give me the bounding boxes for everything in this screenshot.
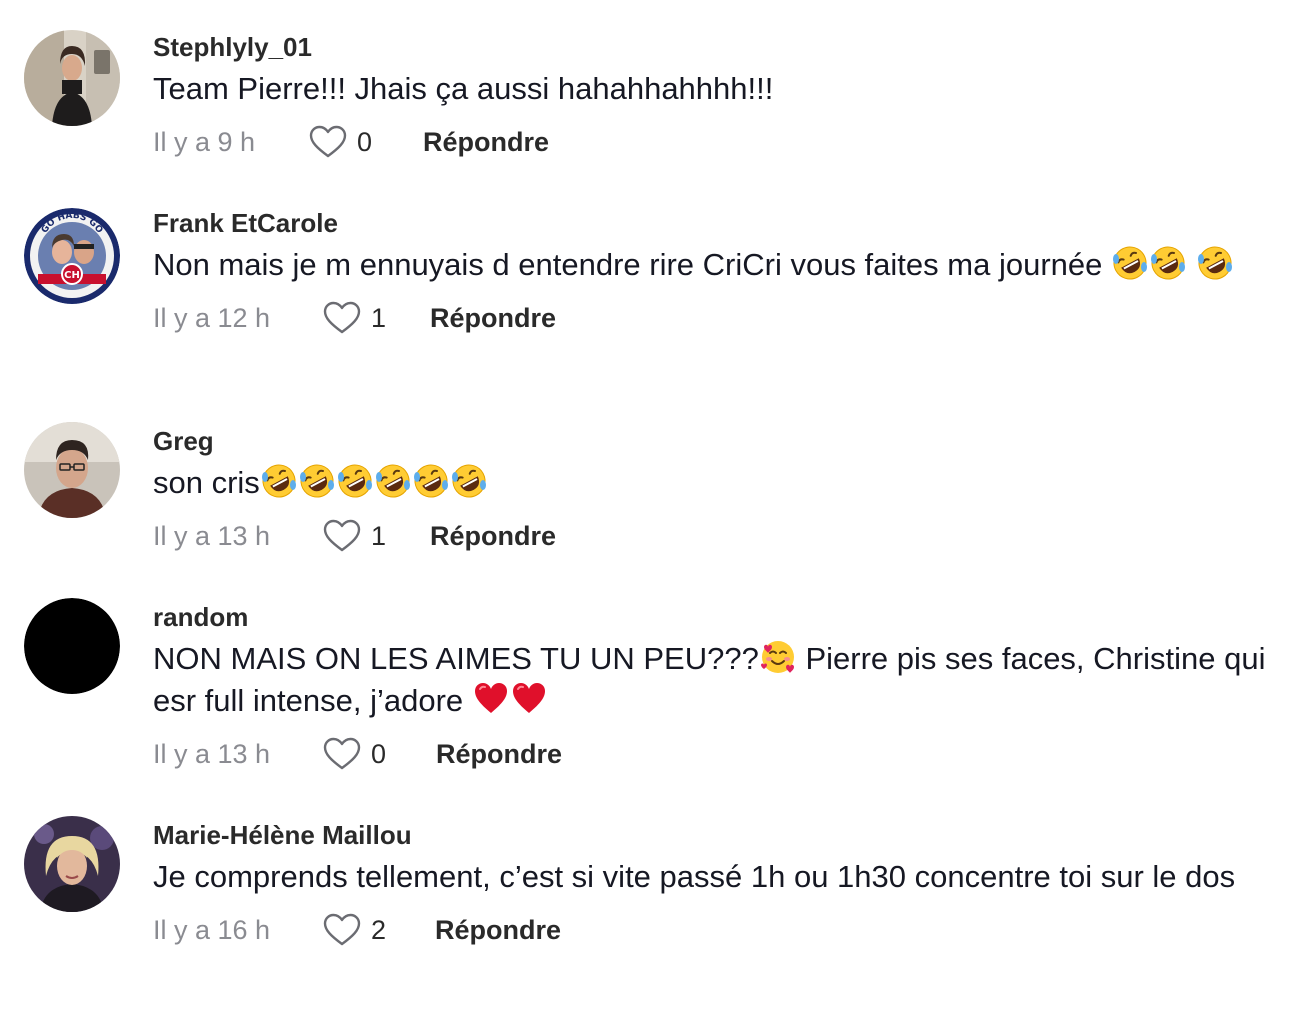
timestamp: Il y a 12 h bbox=[153, 303, 271, 333]
comment-text-part1: NON MAIS ON LES AIMES TU UN PEU??? bbox=[153, 641, 759, 676]
rolling-laughing-emoji-icon bbox=[1197, 245, 1233, 281]
reply-button[interactable]: Répondre bbox=[423, 122, 549, 162]
like-count: 0 bbox=[371, 739, 387, 769]
smiling-face-with-hearts-emoji-icon bbox=[760, 639, 796, 675]
red-heart-emoji-icon bbox=[473, 681, 509, 717]
username[interactable]: Stephlyly_01 bbox=[153, 30, 1268, 64]
comment-text: son cris bbox=[153, 462, 1268, 504]
comment-text: NON MAIS ON LES AIMES TU UN PEU??? Pierr… bbox=[153, 638, 1268, 722]
heart-outline-icon bbox=[309, 125, 347, 159]
like-count: 2 bbox=[371, 915, 387, 945]
heart-outline-icon bbox=[323, 519, 361, 553]
comment-meta: Il y a 16 h 2 Répondre bbox=[153, 910, 1268, 950]
timestamp: Il y a 13 h bbox=[153, 521, 271, 551]
red-heart-emoji-icon bbox=[511, 681, 547, 717]
heart-outline-icon bbox=[323, 737, 361, 771]
user-avatar-icon bbox=[24, 816, 120, 912]
rolling-laughing-emoji-icon bbox=[413, 463, 449, 499]
like-button[interactable]: 1 bbox=[323, 298, 386, 338]
rolling-laughing-emoji-icon bbox=[337, 463, 373, 499]
rolling-laughing-emoji-icon bbox=[1150, 245, 1186, 281]
rolling-laughing-emoji-icon bbox=[451, 463, 487, 499]
timestamp: Il y a 13 h bbox=[153, 739, 271, 769]
avatar[interactable]: CH GO HABS GO bbox=[24, 208, 120, 304]
rolling-laughing-emoji-icon bbox=[375, 463, 411, 499]
rolling-laughing-emoji-icon bbox=[299, 463, 335, 499]
username[interactable]: random bbox=[153, 600, 1268, 634]
comment-text-body: Non mais je m ennuyais d entendre rire C… bbox=[153, 247, 1103, 282]
like-count: 1 bbox=[371, 303, 387, 333]
like-count: 0 bbox=[357, 127, 373, 157]
comment-text: Non mais je m ennuyais d entendre rire C… bbox=[153, 244, 1268, 286]
heart-outline-icon bbox=[323, 301, 361, 335]
black-avatar-icon bbox=[24, 598, 120, 694]
like-button[interactable]: 1 bbox=[323, 516, 386, 556]
comment-text: Team Pierre!!! Jhais ça aussi hahahhahhh… bbox=[153, 71, 774, 106]
reply-button[interactable]: Répondre bbox=[436, 734, 562, 774]
comment-content: random NON MAIS ON LES AIMES TU UN PEU??… bbox=[153, 600, 1268, 774]
like-button[interactable]: 0 bbox=[309, 122, 372, 162]
comment-meta: Il y a 13 h 0 Répondre bbox=[153, 734, 1268, 774]
avatar[interactable] bbox=[24, 816, 120, 912]
comment-meta: Il y a 12 h 1 Répondre bbox=[153, 298, 1268, 338]
username[interactable]: Frank EtCarole bbox=[153, 206, 1268, 240]
username[interactable]: Marie-Hélène Maillou bbox=[153, 818, 1268, 852]
comment-content: Greg son cris Il y a 13 h 1 Répondre bbox=[153, 424, 1268, 556]
timestamp: Il y a 9 h bbox=[153, 127, 256, 157]
like-button[interactable]: 2 bbox=[323, 910, 386, 950]
timestamp: Il y a 16 h bbox=[153, 915, 271, 945]
comment-content: Marie-Hélène Maillou Je comprends tellem… bbox=[153, 818, 1268, 950]
comment-meta: Il y a 9 h 0 Répondre bbox=[153, 122, 1268, 162]
user-avatar-icon bbox=[24, 30, 120, 126]
svg-text:CH: CH bbox=[64, 270, 80, 281]
heart-outline-icon bbox=[323, 913, 361, 947]
avatar[interactable] bbox=[24, 598, 120, 694]
comment-text-body: son cris bbox=[153, 465, 260, 500]
like-button[interactable]: 0 bbox=[323, 734, 386, 774]
comment-content: Stephlyly_01 Team Pierre!!! Jhais ça aus… bbox=[153, 30, 1268, 162]
reply-button[interactable]: Répondre bbox=[430, 516, 556, 556]
user-avatar-icon bbox=[24, 422, 120, 518]
comment-text: Je comprends tellement, c’est si vite pa… bbox=[153, 859, 1236, 894]
rolling-laughing-emoji-icon bbox=[261, 463, 297, 499]
avatar[interactable] bbox=[24, 30, 120, 126]
comment-content: Frank EtCarole Non mais je m ennuyais d … bbox=[153, 206, 1268, 338]
reply-button[interactable]: Répondre bbox=[430, 298, 556, 338]
like-count: 1 bbox=[371, 521, 387, 551]
comment-meta: Il y a 13 h 1 Répondre bbox=[153, 516, 1268, 556]
rolling-laughing-emoji-icon bbox=[1112, 245, 1148, 281]
username[interactable]: Greg bbox=[153, 424, 1268, 458]
habs-badge-icon: CH GO HABS GO bbox=[24, 208, 120, 304]
avatar[interactable] bbox=[24, 422, 120, 518]
reply-button[interactable]: Répondre bbox=[435, 910, 561, 950]
